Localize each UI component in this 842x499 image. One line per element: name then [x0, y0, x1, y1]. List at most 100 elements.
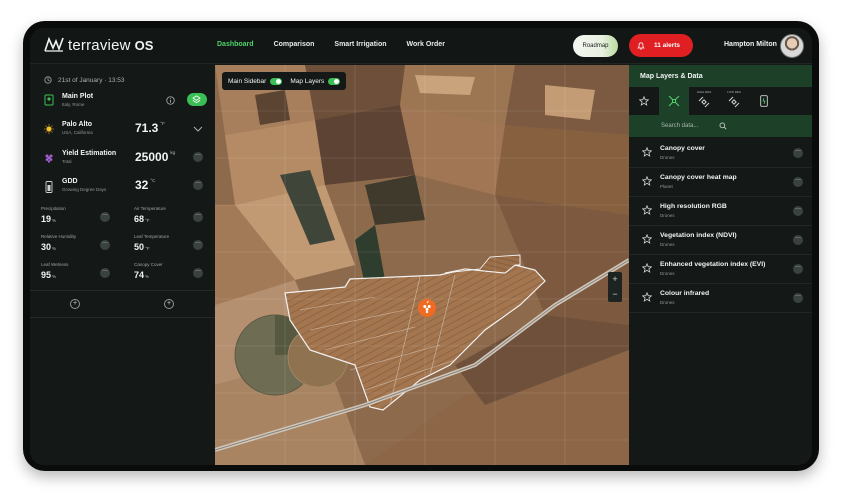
layer-item[interactable]: Vegetation index (NDVI) Drones ···	[629, 226, 812, 255]
yield-more-button[interactable]: ···	[193, 152, 203, 162]
tab-low-res[interactable]: LOW RES	[719, 87, 749, 115]
yield-value: 25000 kg	[135, 150, 176, 164]
weather-temperature: 71.3 °F	[135, 121, 165, 135]
phone-icon	[760, 95, 768, 107]
metric-more-button[interactable]: ···	[193, 240, 203, 250]
info-icon[interactable]	[166, 96, 175, 105]
layer-source: Drones	[660, 155, 675, 160]
main-sidebar: 21st of January · 13:53 Main Plot Italy,…	[30, 65, 215, 465]
star-icon[interactable]	[642, 176, 652, 186]
yield-row[interactable]: Yield Estimation Total 25000 kg ···	[44, 150, 209, 170]
tab-high-res-label: HIGH RES	[696, 90, 712, 94]
layer-title: High resolution RGB	[660, 203, 727, 210]
nav-dashboard[interactable]: Dashboard	[217, 41, 254, 48]
layer-item[interactable]: Canopy cover heat map Planet ···	[629, 168, 812, 197]
layer-more-button[interactable]: ···	[793, 148, 803, 158]
main-sidebar-label: Main Sidebar	[228, 77, 267, 85]
add-widget-row: + +	[30, 290, 215, 318]
map-canvas[interactable]	[215, 65, 629, 465]
layer-more-button[interactable]: ···	[793, 177, 803, 187]
main-sidebar-switch[interactable]	[270, 77, 283, 85]
star-icon[interactable]	[642, 292, 652, 302]
top-bar: terraview OS Dashboard Comparison Smart I…	[30, 28, 812, 64]
metric-leaf-temperature: Leaf Temperature 50°F ···	[134, 234, 203, 252]
map-layers-toggle[interactable]: Map Layers	[290, 77, 341, 85]
metric-canopy-cover: Canopy Cover 74% ···	[134, 262, 203, 280]
main-sidebar-toggle[interactable]: Main Sidebar	[228, 77, 283, 85]
map-pin-icon	[44, 94, 54, 106]
metric-more-button[interactable]: ···	[193, 212, 203, 222]
layers-panel-title: Map Layers & Data	[629, 65, 812, 87]
star-icon[interactable]	[642, 147, 652, 157]
layer-more-button[interactable]: ···	[793, 264, 803, 274]
star-icon[interactable]	[642, 234, 652, 244]
gdd-sub: Growing Degree Days	[62, 187, 107, 192]
layer-item[interactable]: High resolution RGB Drones ···	[629, 197, 812, 226]
layer-search-input[interactable]: Search data...	[629, 115, 812, 137]
tab-device[interactable]	[749, 87, 779, 115]
tab-favorites[interactable]	[629, 87, 659, 115]
clock-icon	[44, 76, 52, 84]
layer-title: Enhanced vegetation index (EVI)	[660, 261, 766, 268]
satellite-icon	[668, 95, 680, 107]
nav-comparison[interactable]: Comparison	[274, 41, 315, 48]
layer-item[interactable]: Colour infrared Drones ···	[629, 284, 812, 313]
add-widget-button[interactable]: +	[164, 299, 174, 309]
metric-more-button[interactable]: ···	[100, 212, 110, 222]
star-icon[interactable]	[642, 205, 652, 215]
zoom-out-button[interactable]: −	[608, 287, 622, 302]
star-icon	[639, 96, 649, 106]
plot-row[interactable]: Main Plot Italy, Rome	[44, 93, 209, 111]
layer-item[interactable]: Canopy cover Drones ···	[629, 139, 812, 168]
satellite-map[interactable]: Main Sidebar Map Layers + −	[215, 65, 629, 465]
satellite-icon	[728, 96, 740, 108]
search-placeholder: Search data...	[661, 123, 699, 129]
star-icon[interactable]	[642, 263, 652, 273]
yield-sub: Total	[62, 159, 72, 164]
metric-more-button[interactable]: ···	[193, 268, 203, 278]
layer-more-button[interactable]: ···	[793, 293, 803, 303]
metric-more-button[interactable]: ···	[100, 240, 110, 250]
layers-icon	[192, 95, 201, 104]
tab-low-res-label: LOW RES	[727, 90, 741, 94]
layer-title: Canopy cover heat map	[660, 174, 737, 181]
avatar[interactable]	[780, 34, 804, 58]
weather-row[interactable]: Palo Alto USA, California 71.3 °F	[44, 121, 209, 141]
layer-more-button[interactable]: ···	[793, 235, 803, 245]
main-nav: Dashboard Comparison Smart Irrigation Wo…	[217, 41, 465, 48]
alerts-button[interactable]: 11 alerts	[629, 34, 693, 57]
layers-panel: Map Layers & Data HIGH RES LOW RES Searc…	[629, 65, 812, 465]
tab-high-res[interactable]: HIGH RES	[689, 87, 719, 115]
gdd-more-button[interactable]: ···	[193, 180, 203, 190]
layer-item[interactable]: Enhanced vegetation index (EVI) Drones ·…	[629, 255, 812, 284]
logo-text: terraview	[68, 36, 131, 54]
layers-toggle-button[interactable]	[187, 93, 207, 106]
zoom-in-button[interactable]: +	[608, 272, 622, 287]
chevron-down-icon[interactable]	[193, 126, 203, 132]
user-name[interactable]: Hampton Milton	[724, 41, 777, 48]
metric-air-temperature: Air Temperature 68°F ···	[134, 206, 203, 224]
plot-marker[interactable]	[418, 299, 436, 317]
layer-source: Drones	[660, 242, 675, 247]
map-toggles: Main Sidebar Map Layers	[222, 72, 347, 90]
gdd-value: 32 °C	[135, 178, 156, 192]
metric-precipitation: Precipitation 19% ···	[41, 206, 110, 224]
layer-more-button[interactable]: ···	[793, 206, 803, 216]
alerts-label: 11 alerts	[654, 42, 681, 49]
metric-more-button[interactable]: ···	[100, 268, 110, 278]
grapes-icon	[45, 154, 53, 163]
add-widget-button[interactable]: +	[70, 299, 80, 309]
map-layers-switch[interactable]	[328, 77, 341, 85]
zoom-controls: + −	[608, 272, 622, 302]
layer-title: Colour infrared	[660, 290, 710, 297]
tab-drone[interactable]	[659, 87, 689, 115]
nav-smart-irrigation[interactable]: Smart Irrigation	[334, 41, 386, 48]
bell-icon	[637, 41, 645, 50]
metric-leaf-wetness: Leaf Wetness 95% ···	[41, 262, 110, 280]
nav-work-order[interactable]: Work Order	[407, 41, 445, 48]
gdd-row[interactable]: GDD Growing Degree Days 32 °C ···	[44, 178, 209, 198]
roadmap-button[interactable]: Roadmap	[573, 35, 618, 57]
logo[interactable]: terraview OS	[44, 36, 153, 54]
search-icon[interactable]	[719, 122, 727, 130]
layer-source: Drones	[660, 271, 675, 276]
